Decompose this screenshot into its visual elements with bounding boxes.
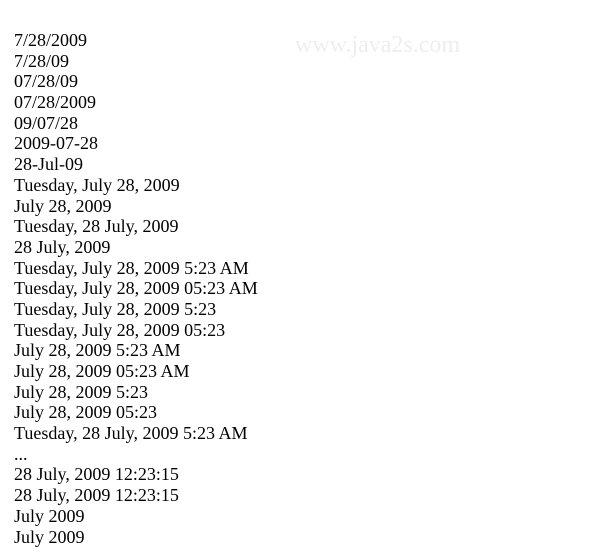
output-line: 28-Jul-09: [14, 154, 604, 175]
output-line: July 2009: [14, 506, 604, 527]
output-line: July 28, 2009 05:23 AM: [14, 361, 604, 382]
output-line: Tuesday, 28 July, 2009 5:23 AM: [14, 423, 604, 444]
output-line: 7/28/09: [14, 51, 604, 72]
output-line: 2009-07-28: [14, 133, 604, 154]
output-line: Tuesday, July 28, 2009 5:23: [14, 299, 604, 320]
output-line: July 28, 2009: [14, 196, 604, 217]
output-line: ...: [14, 444, 604, 465]
output-line: 07/28/2009: [14, 92, 604, 113]
output-line: July 28, 2009 5:23: [14, 382, 604, 403]
output-line: Tuesday, July 28, 2009 05:23 AM: [14, 278, 604, 299]
date-format-output: 7/28/2009 7/28/09 07/28/09 07/28/2009 09…: [0, 0, 604, 547]
output-line: Tuesday, July 28, 2009: [14, 175, 604, 196]
output-line: July 28, 2009 5:23 AM: [14, 340, 604, 361]
output-line: 7/28/2009: [14, 30, 604, 51]
output-line: 07/28/09: [14, 71, 604, 92]
output-line: 28 July, 2009 12:23:15: [14, 464, 604, 485]
output-line: 28 July, 2009: [14, 237, 604, 258]
output-line: 09/07/28: [14, 113, 604, 134]
output-line: July 2009: [14, 527, 604, 547]
output-line: July 28, 2009 05:23: [14, 402, 604, 423]
output-line: Tuesday, July 28, 2009 5:23 AM: [14, 258, 604, 279]
output-line: Tuesday, July 28, 2009 05:23: [14, 320, 604, 341]
output-line: 28 July, 2009 12:23:15: [14, 485, 604, 506]
output-line: Tuesday, 28 July, 2009: [14, 216, 604, 237]
